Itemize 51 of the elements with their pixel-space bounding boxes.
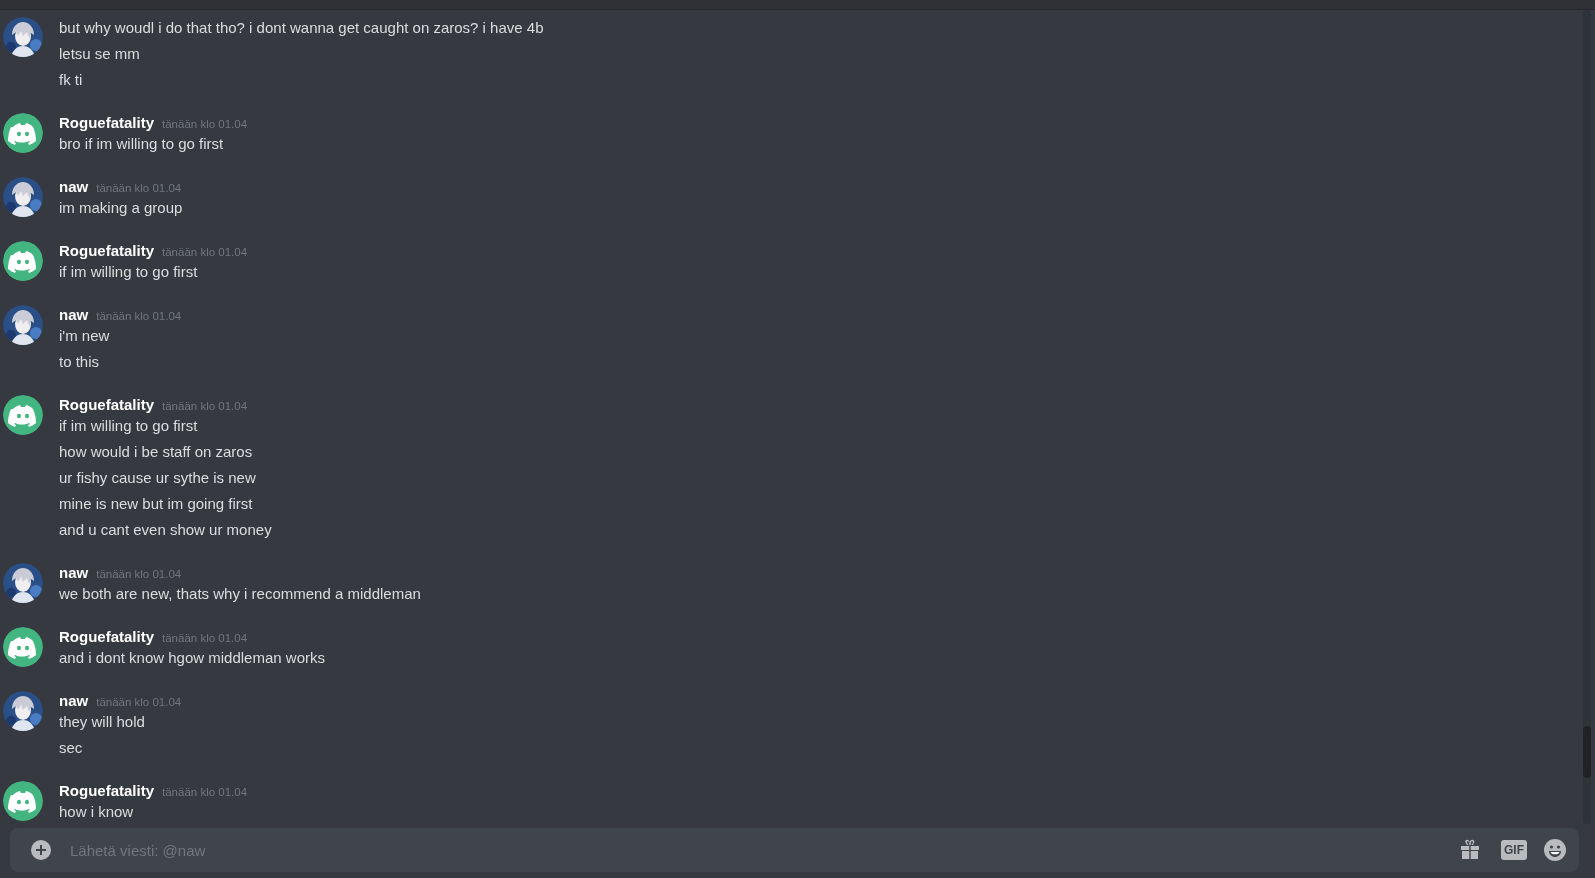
user-avatar — [3, 177, 43, 217]
message-text: letsu se mm — [59, 44, 141, 64]
default-avatar — [3, 113, 43, 153]
timestamp: tänään klo 01.04 — [162, 400, 248, 412]
user-avatar — [3, 17, 43, 57]
timestamp: tänään klo 01.04 — [162, 632, 248, 644]
username[interactable]: naw — [59, 178, 89, 195]
timestamp: tänään klo 01.04 — [162, 246, 248, 258]
user-avatar — [3, 305, 43, 345]
username[interactable]: Roguefatality — [59, 242, 154, 259]
username[interactable]: Roguefatality — [59, 782, 154, 799]
timestamp: tänään klo 01.04 — [162, 786, 248, 798]
gif-button[interactable]: GIF — [1501, 840, 1527, 860]
message-text: they will hold — [59, 712, 146, 732]
user-avatar — [3, 563, 43, 603]
user-avatar — [3, 691, 43, 731]
timestamp: tänään klo 01.04 — [162, 118, 248, 130]
message-text: how would i be staff on zaros — [59, 442, 254, 462]
default-avatar — [3, 395, 43, 435]
timestamp: tänään klo 01.04 — [96, 310, 182, 322]
message-text: im making a group — [59, 198, 183, 218]
message-text: to this — [59, 352, 101, 372]
message-text: and i dont know hgow middleman works — [59, 648, 325, 668]
timestamp: tänään klo 01.04 — [96, 696, 182, 708]
message-text: ur fishy cause ur sythe is new — [59, 468, 257, 488]
message-text: bro if im willing to go first — [59, 134, 225, 154]
username[interactable]: naw — [59, 564, 89, 581]
message-text: we both are new, thats why i recommend a middleman — [59, 584, 421, 604]
message-text: sec — [59, 738, 84, 758]
username[interactable]: Roguefatality — [59, 114, 154, 131]
default-avatar — [3, 241, 43, 281]
message-text: mine is new but im going first — [59, 494, 254, 514]
message-text: and u cant even show ur money — [59, 520, 272, 540]
timestamp: tänään klo 01.04 — [96, 568, 182, 580]
gift-icon[interactable] — [1459, 839, 1481, 861]
add-icon[interactable] — [30, 839, 52, 861]
message-text: fk ti — [59, 70, 84, 90]
default-avatar — [3, 627, 43, 667]
message-text: if im willing to go first — [59, 416, 199, 436]
emoji-icon[interactable] — [1543, 838, 1567, 862]
message-text: but why woudl i do that tho? i dont wanna get caught on zaros? i have 4b — [59, 18, 544, 38]
username[interactable]: Roguefatality — [59, 396, 154, 413]
scrollbar-thumb[interactable] — [1583, 726, 1591, 778]
username[interactable]: naw — [59, 306, 89, 323]
default-avatar — [3, 781, 43, 821]
username[interactable]: naw — [59, 692, 89, 709]
message-text: i'm new — [59, 326, 111, 346]
message-text: how i know — [59, 802, 135, 822]
username[interactable]: Roguefatality — [59, 628, 154, 645]
timestamp: tänään klo 01.04 — [96, 182, 182, 194]
message-text: if im willing to go first — [59, 262, 199, 282]
